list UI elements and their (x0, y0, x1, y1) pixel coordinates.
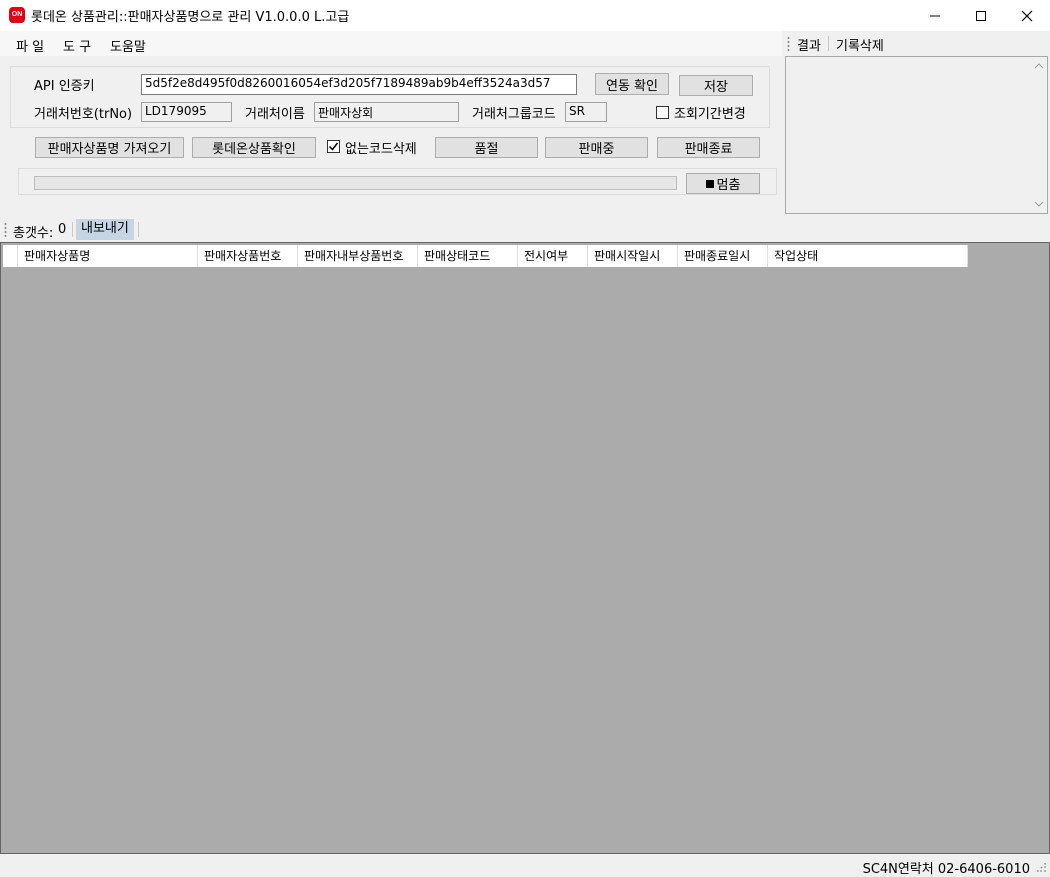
trgroup-field[interactable]: SR (565, 102, 607, 122)
trgroup-label: 거래처그룹코드 (472, 107, 556, 122)
menu-bar: 파 일 도 구 도움말 (0, 31, 782, 56)
column-header[interactable]: 판매자상품명 (18, 245, 198, 267)
grip-handle (4, 222, 7, 237)
column-header[interactable]: 판매종료일시 (678, 245, 768, 267)
fetch-seller-names-button[interactable]: 판매자상품명 가져오기 (35, 137, 184, 158)
progress-bar (34, 176, 677, 190)
trno-label: 거래처번호(trNo) (34, 107, 133, 122)
link-check-button[interactable]: 연동 확인 (595, 73, 669, 95)
total-count-value: 0 (58, 222, 67, 237)
row-header-corner (3, 245, 18, 267)
export-button[interactable]: 내보내기 (76, 219, 134, 240)
result-log-box[interactable] (785, 56, 1048, 214)
column-header[interactable]: 작업상태 (768, 245, 968, 267)
column-header[interactable]: 판매상태코드 (418, 245, 518, 267)
scroll-down-icon[interactable] (1034, 200, 1044, 208)
column-header[interactable]: 전시여부 (518, 245, 588, 267)
stop-icon (705, 179, 714, 188)
remove-missing-checkbox[interactable] (327, 140, 340, 153)
result-toolbar: 결과 기록삭제 (782, 31, 1050, 56)
checkmark-icon (328, 142, 339, 151)
total-count-label: 총갯수: (13, 226, 54, 241)
toolbar-divider (828, 36, 829, 51)
minimize-button[interactable] (912, 0, 958, 31)
column-header[interactable]: 판매자상품번호 (198, 245, 298, 267)
remove-missing-label[interactable]: 없는코드삭제 (345, 138, 417, 157)
app-icon: ON (9, 7, 25, 23)
end-sale-button[interactable]: 판매종료 (657, 137, 760, 158)
contact-info: SC4N연락처 02-6406-6010 (862, 862, 1030, 877)
data-grid[interactable]: 판매자상품명 판매자상품번호 판매자내부상품번호 판매상태코드 전시여부 판매시… (0, 242, 1050, 854)
status-bar: SC4N연락처 02-6406-6010 (0, 854, 1050, 877)
title-bar: ON 롯데온 상품관리::판매자상품명으로 관리 V1.0.0.0 L.고급 (0, 0, 1050, 31)
close-button[interactable] (1004, 0, 1050, 31)
column-header[interactable]: 판매자내부상품번호 (298, 245, 418, 267)
period-change-checkbox[interactable] (656, 106, 669, 119)
trno-field[interactable]: LD179095 (141, 102, 232, 122)
api-key-field[interactable]: 5d5f2e8d495f0d8260016054ef3d205f7189489a… (141, 74, 577, 95)
maximize-button[interactable] (958, 0, 1004, 31)
tab-result[interactable]: 결과 (797, 35, 821, 54)
menu-file[interactable]: 파 일 (16, 36, 44, 55)
on-sale-button[interactable]: 판매중 (545, 137, 648, 158)
menu-help[interactable]: 도움말 (110, 36, 146, 55)
close-icon (1021, 10, 1033, 21)
grid-header: 판매자상품명 판매자상품번호 판매자내부상품번호 판매상태코드 전시여부 판매시… (3, 245, 968, 267)
api-key-label: API 인증키 (34, 79, 95, 94)
grip-handle (787, 36, 790, 51)
save-button[interactable]: 저장 (679, 75, 753, 96)
minimize-icon (930, 15, 940, 16)
summary-toolbar: 총갯수: 0 내보내기 (0, 218, 1050, 242)
trname-field[interactable]: 판매자상회 (314, 102, 459, 122)
lotteon-check-button[interactable]: 롯데온상품확인 (192, 137, 316, 158)
maximize-icon (976, 10, 986, 21)
window-title: 롯데온 상품관리::판매자상품명으로 관리 V1.0.0.0 L.고급 (31, 10, 350, 25)
column-header[interactable]: 판매시작일시 (588, 245, 678, 267)
resize-grip-icon[interactable] (1037, 863, 1047, 873)
stop-button[interactable]: 멈춤 (686, 173, 760, 194)
period-change-label[interactable]: 조회기간변경 (674, 103, 746, 122)
toolbar-divider (138, 222, 139, 237)
menu-tools[interactable]: 도 구 (63, 36, 91, 55)
toolbar-divider (72, 222, 73, 237)
trname-label: 거래처이름 (245, 107, 305, 122)
scroll-up-icon[interactable] (1034, 62, 1044, 70)
stop-label: 멈춤 (716, 178, 741, 193)
clear-log-button[interactable]: 기록삭제 (836, 35, 884, 54)
soldout-button[interactable]: 품절 (435, 137, 538, 158)
